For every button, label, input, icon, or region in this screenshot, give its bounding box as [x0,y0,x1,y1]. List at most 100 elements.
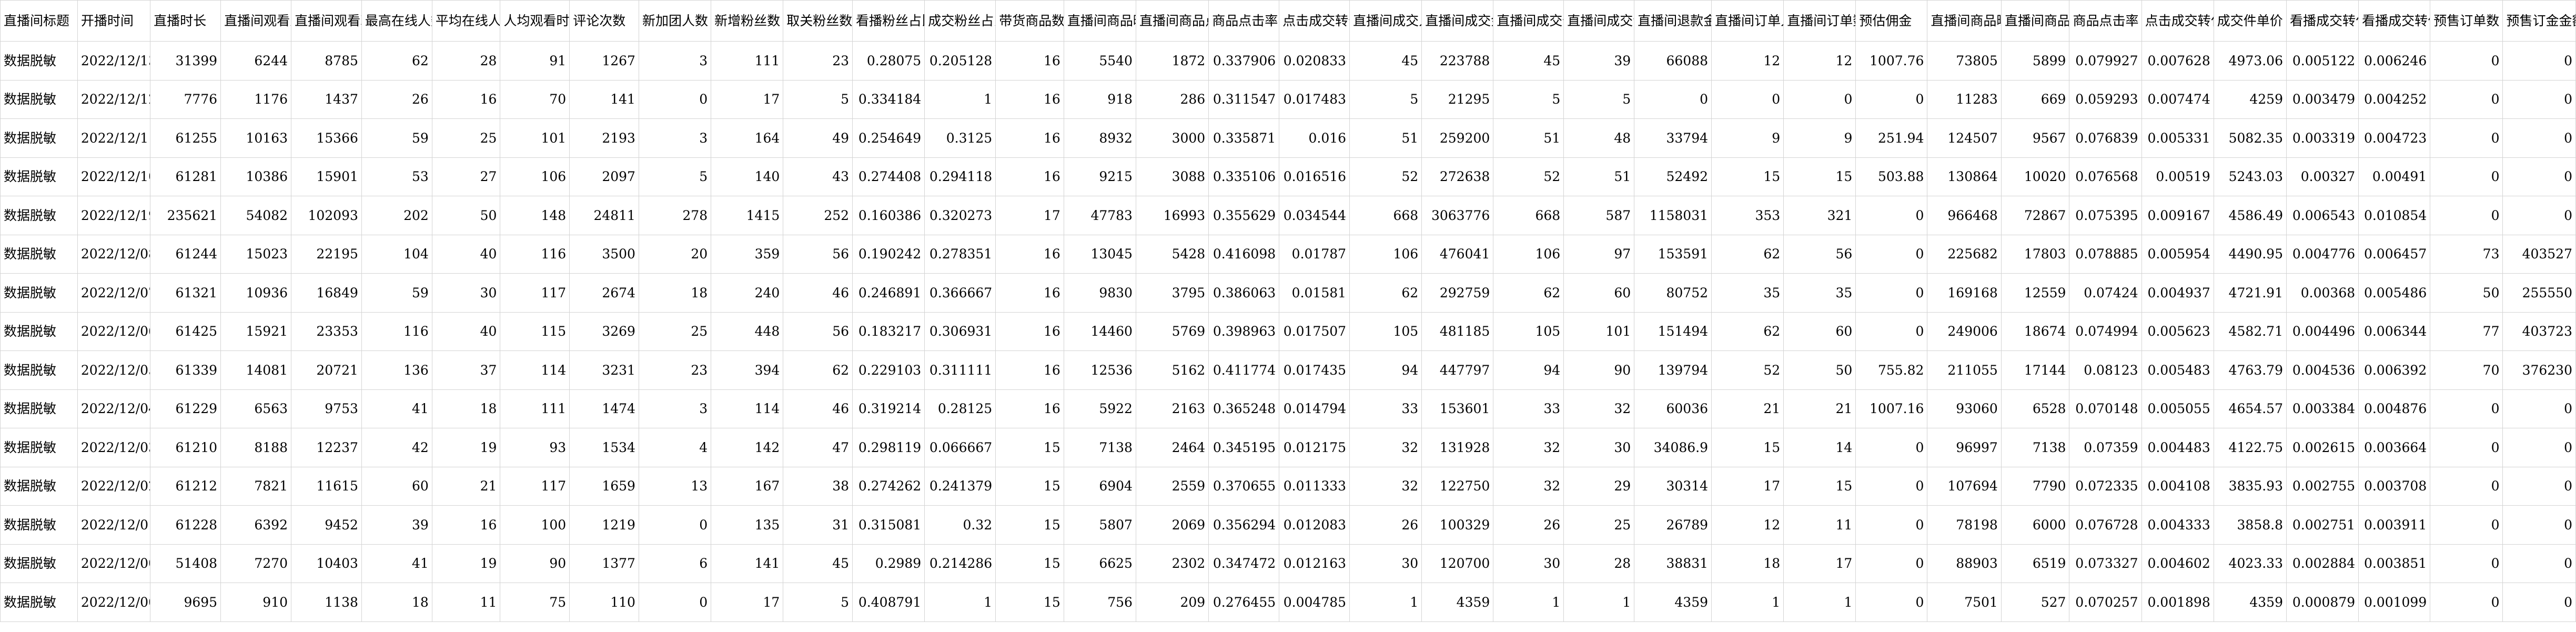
table-cell[interactable]: 0.319214 [852,389,925,428]
table-cell[interactable]: 0 [2502,428,2576,467]
table-cell[interactable]: 0.005954 [2141,234,2214,274]
table-cell[interactable]: 0.009167 [2141,196,2214,235]
table-cell[interactable]: 0.3125 [924,118,996,158]
table-cell[interactable]: 48 [1563,118,1635,158]
table-cell[interactable]: 62 [1493,273,1564,313]
table-cell[interactable]: 0.076839 [2069,118,2142,158]
table-cell[interactable]: 4023.33 [2213,544,2287,583]
column-header[interactable]: 新加团人数 [638,0,712,42]
table-cell[interactable]: 6000 [2001,505,2070,545]
table-cell[interactable]: 376230 [2502,350,2576,390]
table-cell[interactable]: 52492 [1634,157,1712,196]
table-cell[interactable]: 353 [1711,196,1784,235]
table-cell[interactable]: 2097 [569,157,639,196]
table-cell[interactable]: 225682 [1927,234,2002,274]
table-cell[interactable]: 0.306931 [924,312,996,351]
table-cell[interactable]: 26 [1493,505,1564,545]
table-cell[interactable]: 17 [711,583,784,622]
table-cell[interactable]: 59 [361,118,432,158]
table-cell[interactable]: 0 [2502,79,2576,119]
column-header[interactable]: 直播时长 [150,0,221,42]
table-cell[interactable]: 16 [995,157,1064,196]
table-cell[interactable]: 1 [1783,583,1856,622]
table-cell[interactable]: 148 [500,196,570,235]
table-cell[interactable]: 1437 [290,79,362,119]
table-cell[interactable]: 403723 [2502,312,2576,351]
table-cell[interactable]: 0.004252 [2358,79,2431,119]
table-cell[interactable]: 0.345195 [1208,428,1280,467]
table-cell[interactable]: 668 [1349,196,1422,235]
table-cell[interactable]: 1 [1493,583,1564,622]
table-cell[interactable]: 0.078885 [2069,234,2142,274]
table-cell[interactable]: 0.059293 [2069,79,2142,119]
table-cell[interactable]: 6528 [2001,389,2070,428]
table-cell[interactable]: 251.94 [1855,118,1928,158]
table-cell[interactable]: 0.190242 [852,234,925,274]
table-cell[interactable]: 0 [2430,118,2503,158]
table-cell[interactable]: 0.075395 [2069,196,2142,235]
table-cell[interactable]: 26 [361,79,432,119]
table-cell[interactable]: 448 [711,312,784,351]
table-cell[interactable]: 0.012083 [1279,505,1350,545]
table-cell[interactable]: 0.07424 [2069,273,2142,313]
table-cell[interactable]: 447797 [1421,350,1494,390]
table-cell[interactable]: 6392 [220,505,291,545]
column-header[interactable]: 直播间订单数 [1783,0,1856,42]
table-cell[interactable]: 1 [1563,583,1635,622]
table-cell[interactable]: 105 [1349,312,1422,351]
table-cell[interactable]: 40 [431,312,501,351]
table-cell[interactable]: 30 [1493,544,1564,583]
table-cell[interactable]: 37 [431,350,501,390]
table-cell[interactable]: 14460 [1063,312,1136,351]
table-cell[interactable]: 61425 [150,312,221,351]
table-cell[interactable]: 1 [924,79,996,119]
table-cell[interactable]: 12 [1711,41,1784,81]
table-cell[interactable]: 80752 [1634,273,1712,313]
table-cell[interactable]: 19 [431,544,501,583]
table-cell[interactable]: 0.001898 [2141,583,2214,622]
table-cell[interactable]: 102093 [290,196,362,235]
table-cell[interactable]: 23 [638,350,712,390]
table-cell[interactable]: 4259 [2213,79,2287,119]
table-cell[interactable]: 104 [361,234,432,274]
column-header[interactable]: 成交粉丝占比 [924,0,996,42]
table-cell[interactable]: 31 [783,505,853,545]
table-cell[interactable]: 5162 [1135,350,1209,390]
table-cell[interactable]: 0 [1855,466,1928,506]
column-header[interactable]: 直播间成交订单数 [1563,0,1635,42]
table-cell[interactable]: 61255 [150,118,221,158]
table-cell[interactable]: 3 [638,41,712,81]
table-cell[interactable]: 40 [431,234,501,274]
table-cell[interactable]: 0.2989 [852,544,925,583]
table-cell[interactable]: 4721.91 [2213,273,2287,313]
table-cell[interactable]: 62 [1711,312,1784,351]
table-cell[interactable]: 7138 [1063,428,1136,467]
table-cell[interactable]: 7776 [150,79,221,119]
table-cell[interactable]: 0.411774 [1208,350,1280,390]
table-cell[interactable]: 101 [500,118,570,158]
table-cell[interactable]: 136 [361,350,432,390]
table-cell[interactable]: 数据脱敏 [0,79,78,119]
table-cell[interactable]: 0 [1634,79,1712,119]
table-cell[interactable]: 61212 [150,466,221,506]
table-cell[interactable]: 17 [1783,544,1856,583]
table-cell[interactable]: 0 [2430,428,2503,467]
table-cell[interactable]: 21 [1711,389,1784,428]
table-cell[interactable]: 0 [638,505,712,545]
table-cell[interactable]: 5243.03 [2213,157,2287,196]
table-cell[interactable]: 2163 [1135,389,1209,428]
table-cell[interactable]: 0.003384 [2286,389,2359,428]
table-cell[interactable]: 0 [2430,196,2503,235]
table-cell[interactable]: 数据脱敏 [0,196,78,235]
table-cell[interactable]: 3231 [569,350,639,390]
table-cell[interactable]: 0 [1855,196,1928,235]
table-cell[interactable]: 45 [1349,41,1422,81]
table-cell[interactable]: 62 [1711,234,1784,274]
table-cell[interactable]: 5082.35 [2213,118,2287,158]
table-cell[interactable]: 52 [1349,157,1422,196]
table-cell[interactable]: 46 [783,389,853,428]
table-cell[interactable]: 2022/12/03 [77,428,151,467]
table-cell[interactable]: 2674 [569,273,639,313]
column-header[interactable]: 看播成交转化率 [2358,0,2431,42]
table-cell[interactable]: 33794 [1634,118,1712,158]
